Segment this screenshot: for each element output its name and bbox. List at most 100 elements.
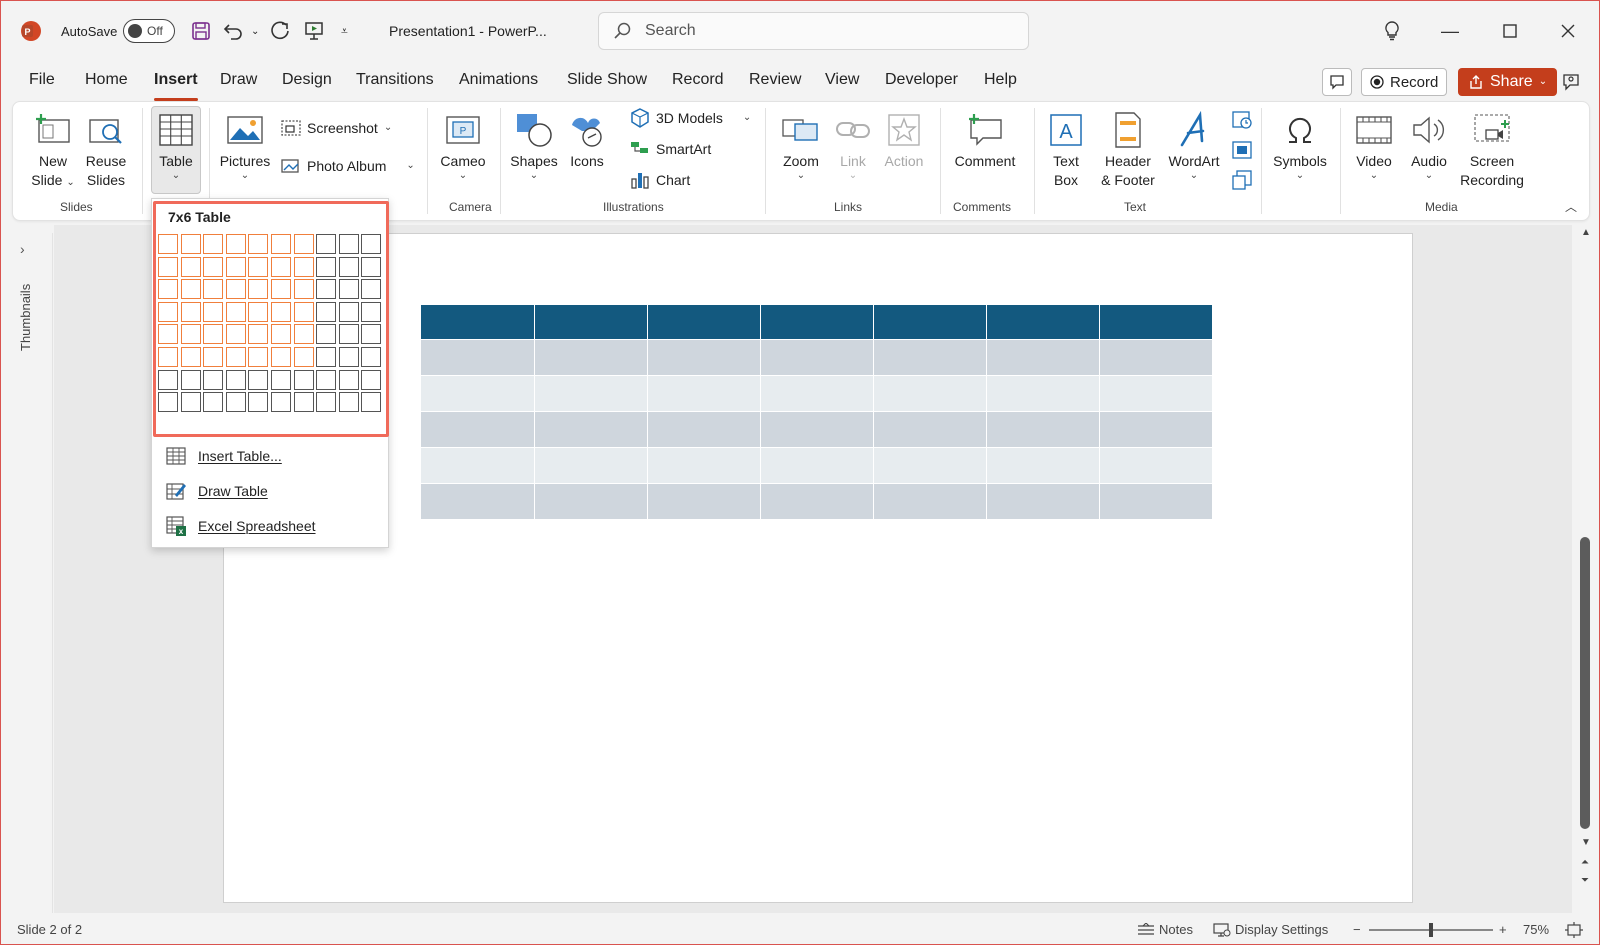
display-settings-button[interactable]: Display Settings — [1213, 922, 1328, 937]
table-cell[interactable] — [421, 339, 535, 376]
table-grid-cell-selected[interactable] — [270, 301, 291, 322]
table-cell[interactable] — [760, 411, 874, 448]
table-grid-cell-selected[interactable] — [248, 234, 269, 254]
table-cell[interactable] — [760, 447, 874, 484]
table-grid-cell[interactable] — [361, 324, 382, 345]
tab-design[interactable]: Design — [282, 71, 332, 97]
table-grid-cell[interactable] — [338, 279, 359, 300]
table-grid-cell-selected[interactable] — [293, 234, 314, 254]
chart-button[interactable]: Chart — [630, 168, 690, 192]
thumbnails-label[interactable]: Thumbnails — [4, 273, 48, 353]
table-cell[interactable] — [760, 339, 874, 376]
table-grid-cell-selected[interactable] — [225, 279, 246, 300]
table-grid-cell-selected[interactable] — [270, 346, 291, 367]
table-grid-cell-selected[interactable] — [180, 301, 201, 322]
share-button[interactable]: Share ⌄ — [1458, 68, 1558, 96]
table-cell[interactable] — [1099, 447, 1213, 484]
table-grid-cell-selected[interactable] — [293, 346, 314, 367]
table-grid-cell[interactable] — [203, 392, 224, 413]
table-grid-cell[interactable] — [338, 392, 359, 413]
redo-icon[interactable] — [269, 1, 291, 61]
table-grid-cell[interactable] — [248, 392, 269, 413]
customize-toolbar-icon[interactable]: ⩡ — [341, 1, 348, 61]
notes-button[interactable]: Notes — [1137, 922, 1193, 937]
table-grid-cell[interactable] — [316, 301, 337, 322]
save-icon[interactable] — [191, 1, 211, 61]
icons-button[interactable]: Icons — [565, 108, 609, 171]
pictures-button[interactable]: Pictures ⌄ — [219, 108, 271, 181]
tab-home[interactable]: Home — [85, 71, 128, 97]
table-grid-cell[interactable] — [316, 369, 337, 390]
new-slide-button[interactable]: New Slide ⌄ — [31, 108, 75, 190]
table-grid-cell-selected[interactable] — [225, 234, 246, 254]
draw-table-menu-item[interactable]: Draw Table — [166, 478, 268, 504]
table-grid-cell[interactable] — [270, 369, 291, 390]
screenshot-button[interactable]: Screenshot ⌄ — [281, 116, 392, 140]
table-cell[interactable] — [873, 305, 987, 340]
slide-number-button[interactable] — [1231, 138, 1253, 162]
table-cell[interactable] — [534, 339, 648, 376]
table-grid-cell-selected[interactable] — [248, 279, 269, 300]
close-icon[interactable] — [1561, 1, 1575, 61]
action-button[interactable]: Action — [879, 108, 929, 171]
table-cell[interactable] — [647, 483, 761, 520]
maximize-icon[interactable] — [1503, 1, 1517, 61]
slide-canvas[interactable] — [223, 233, 1413, 903]
smartart-button[interactable]: SmartArt — [630, 137, 711, 161]
table-cell[interactable] — [760, 305, 874, 340]
table-cell[interactable] — [421, 305, 535, 340]
audio-button[interactable]: Audio ⌄ — [1405, 108, 1453, 181]
zoom-level[interactable]: 75% — [1523, 922, 1549, 937]
cameo-button[interactable]: P Cameo ⌄ — [437, 108, 489, 181]
table-cell[interactable] — [1099, 411, 1213, 448]
reuse-slides-button[interactable]: Reuse Slides — [83, 108, 129, 190]
table-grid-cell[interactable] — [338, 256, 359, 277]
table-grid-cell-selected[interactable] — [293, 301, 314, 322]
table-cell[interactable] — [647, 411, 761, 448]
table-grid-cell-selected[interactable] — [180, 256, 201, 277]
table-grid-cell-selected[interactable] — [203, 234, 224, 254]
scroll-up-icon[interactable]: ▲ — [1581, 227, 1591, 238]
scrollbar-thumb[interactable] — [1580, 537, 1590, 829]
tab-file[interactable]: File — [29, 71, 55, 97]
table-grid-cell-selected[interactable] — [225, 301, 246, 322]
table-grid-cell[interactable] — [316, 234, 337, 254]
table-grid-cell[interactable] — [316, 392, 337, 413]
zoom-in-icon[interactable]: + — [1499, 922, 1507, 937]
collapse-ribbon-icon[interactable]: ︿ — [1565, 198, 1577, 215]
table-cell[interactable] — [534, 305, 648, 340]
table-cell[interactable] — [534, 447, 648, 484]
table-grid-cell-selected[interactable] — [180, 279, 201, 300]
table-cell[interactable] — [421, 375, 535, 412]
table-grid-cell-selected[interactable] — [158, 256, 178, 277]
table-grid-cell-selected[interactable] — [225, 324, 246, 345]
table-grid-cell[interactable] — [361, 369, 382, 390]
table-grid-cell[interactable] — [293, 369, 314, 390]
table-grid-cell[interactable] — [270, 392, 291, 413]
screen-recording-button[interactable]: Screen Recording — [1457, 108, 1527, 190]
table-grid-cell[interactable] — [316, 346, 337, 367]
3d-models-button[interactable]: 3D Models ⌄ — [630, 106, 751, 130]
fit-slide-icon[interactable] — [1565, 922, 1583, 938]
table-grid-cell-selected[interactable] — [158, 324, 178, 345]
comments-button[interactable] — [1322, 68, 1352, 96]
table-cell[interactable] — [1099, 483, 1213, 520]
table-cell[interactable] — [534, 411, 648, 448]
table-grid-cell[interactable] — [248, 369, 269, 390]
video-button[interactable]: Video ⌄ — [1349, 108, 1399, 181]
autosave-toggle[interactable]: Off — [123, 19, 175, 43]
table-grid-cell[interactable] — [225, 369, 246, 390]
table-cell[interactable] — [873, 339, 987, 376]
excel-spreadsheet-menu-item[interactable]: x Excel Spreadsheet — [166, 513, 316, 539]
zoom-button[interactable]: Zoom ⌄ — [777, 108, 825, 181]
table-cell[interactable] — [760, 375, 874, 412]
table-cell[interactable] — [760, 483, 874, 520]
table-grid-cell-selected[interactable] — [158, 234, 178, 254]
table-cell[interactable] — [986, 375, 1100, 412]
table-grid-cell-selected[interactable] — [203, 346, 224, 367]
lightbulb-icon[interactable] — [1383, 1, 1401, 61]
next-slide-icon[interactable]: ⏷ — [1581, 875, 1589, 886]
coauthor-icon[interactable] — [1561, 67, 1581, 97]
zoom-slider-knob[interactable] — [1429, 923, 1433, 937]
table-cell[interactable] — [1099, 375, 1213, 412]
